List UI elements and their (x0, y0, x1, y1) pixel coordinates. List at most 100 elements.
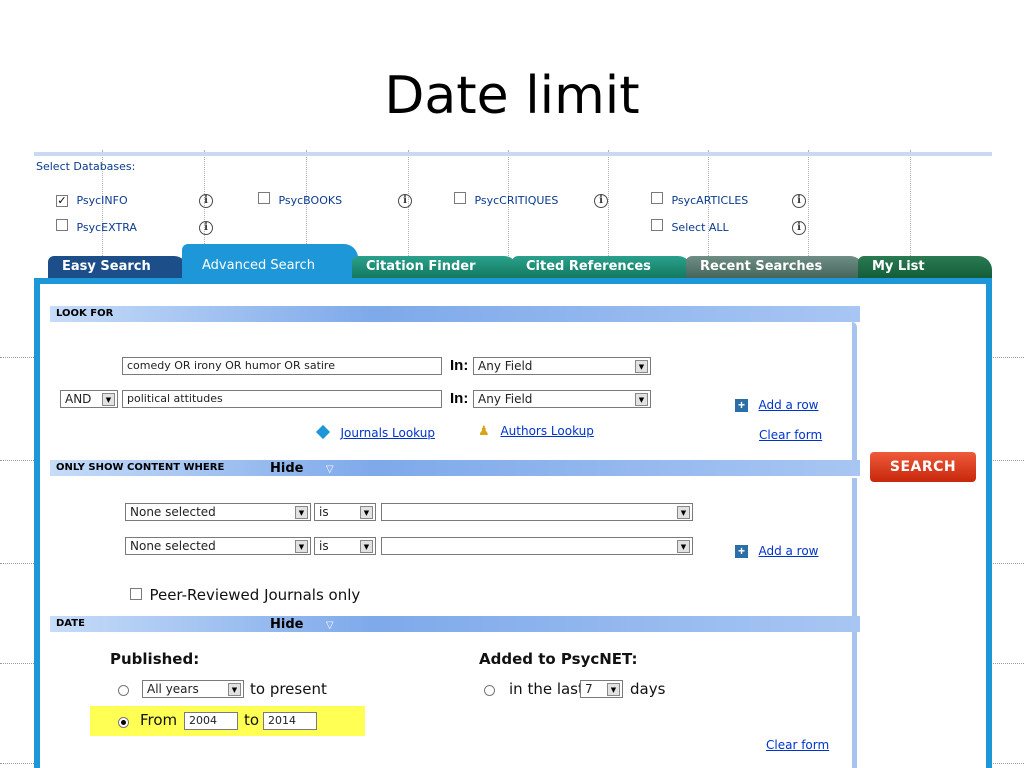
chevron-down-icon[interactable]: ▼ (677, 540, 690, 553)
checkbox[interactable] (651, 219, 663, 231)
all-years-option[interactable] (118, 683, 129, 701)
db-psycbooks[interactable]: PsycBOOKS (258, 191, 342, 209)
chevron-down-icon[interactable]: ▼ (607, 683, 620, 696)
chevron-down-icon[interactable]: ▼ (360, 540, 373, 553)
chevron-down-icon[interactable]: ▼ (360, 506, 373, 519)
journals-lookup[interactable]: Journals Lookup (315, 424, 435, 442)
triangle-down-icon: ▽ (325, 620, 334, 631)
info-icon[interactable]: i (398, 190, 412, 208)
checkbox-checked[interactable]: ✓ (56, 195, 68, 207)
content-op-value: is (319, 505, 329, 519)
checkbox[interactable] (130, 588, 142, 600)
added-to-psycnet-label: Added to PsycNET: (479, 650, 638, 668)
in-the-last-option[interactable] (484, 683, 495, 701)
diamond-icon (315, 424, 331, 440)
db-psycarticles[interactable]: PsycARTICLES (651, 191, 748, 209)
to-present-label: to present (250, 680, 327, 698)
in-label: In: (450, 390, 469, 407)
checkbox[interactable] (651, 192, 663, 204)
content-op-select-2[interactable]: is ▼ (314, 537, 376, 555)
section-connector (852, 322, 857, 472)
from-year-input[interactable]: 2004 (184, 712, 238, 730)
content-value-select-1[interactable]: ▼ (381, 503, 693, 521)
peer-reviewed-option[interactable]: Peer-Reviewed Journals only (130, 586, 360, 605)
content-op-value: is (319, 539, 329, 553)
checkbox[interactable] (56, 219, 68, 231)
info-icon[interactable]: i (594, 190, 608, 208)
db-label: PsycINFO (76, 194, 128, 207)
clear-form-link[interactable]: Clear form (766, 738, 829, 752)
add-row-content[interactable]: + Add a row (735, 542, 819, 560)
tab-easy-search[interactable]: Easy Search (48, 256, 188, 278)
in-label: In: (450, 357, 469, 374)
days-select[interactable]: 7 ▼ (580, 680, 623, 698)
authors-lookup[interactable]: ♟ Authors Lookup (478, 422, 594, 440)
content-op-select-1[interactable]: is ▼ (314, 503, 376, 521)
tab-citation-finder[interactable]: Citation Finder (352, 256, 518, 278)
db-label: PsycEXTRA (76, 221, 137, 234)
checkbox[interactable] (454, 192, 466, 204)
chevron-down-icon[interactable]: ▼ (228, 683, 241, 696)
radio-button[interactable] (484, 685, 495, 696)
only-show-hide-toggle[interactable]: Hide ▽ (270, 459, 334, 477)
plus-icon: + (735, 399, 748, 412)
databases-label: Select Databases: (36, 160, 136, 173)
info-icon[interactable]: i (792, 217, 806, 235)
days-select-value: 7 (585, 682, 593, 696)
search-term-input-2[interactable]: political attitudes (122, 390, 442, 408)
field-select-1[interactable]: Any Field ▼ (473, 357, 651, 375)
tab-advanced-search[interactable]: Advanced Search (182, 244, 358, 278)
chevron-down-icon[interactable]: ▼ (102, 393, 115, 406)
chevron-down-icon[interactable]: ▼ (677, 506, 690, 519)
add-a-row-link[interactable]: Add a row (758, 398, 818, 412)
chevron-down-icon[interactable]: ▼ (635, 393, 648, 406)
days-label: days (630, 680, 666, 698)
from-range-option[interactable] (118, 715, 129, 733)
db-label: PsycCRITIQUES (474, 194, 559, 207)
field-select-2[interactable]: Any Field ▼ (473, 390, 651, 408)
db-psycinfo[interactable]: ✓ PsycINFO (56, 191, 128, 209)
tab-recent-searches[interactable]: Recent Searches (686, 256, 864, 278)
radio-button-selected[interactable] (118, 717, 129, 728)
checkbox[interactable] (258, 192, 270, 204)
in-the-last-label: in the last (509, 680, 584, 698)
content-value-select-2[interactable]: ▼ (381, 537, 693, 555)
section-connector (852, 632, 857, 768)
tab-cited-references[interactable]: Cited References (512, 256, 692, 278)
content-field-value: None selected (130, 539, 216, 553)
db-select-all[interactable]: Select ALL (651, 218, 729, 236)
hide-label[interactable]: Hide (270, 461, 303, 476)
search-term-input-1[interactable]: comedy OR irony OR humor OR satire (122, 357, 442, 375)
peer-reviewed-label: Peer-Reviewed Journals only (149, 586, 361, 604)
content-field-select-1[interactable]: None selected ▼ (125, 503, 311, 521)
radio-button[interactable] (118, 685, 129, 696)
chevron-down-icon[interactable]: ▼ (295, 540, 308, 553)
chevron-down-icon[interactable]: ▼ (635, 360, 648, 373)
clear-form-link[interactable]: Clear form (759, 428, 822, 442)
tab-my-list[interactable]: My List (858, 256, 992, 278)
content-field-select-2[interactable]: None selected ▼ (125, 537, 311, 555)
to-year-input[interactable]: 2014 (263, 712, 317, 730)
content-field-value: None selected (130, 505, 216, 519)
db-psycextra[interactable]: PsycEXTRA (56, 218, 137, 236)
databases-top-border (34, 152, 992, 156)
info-icon[interactable]: i (199, 190, 213, 208)
hide-label[interactable]: Hide (270, 617, 303, 632)
date-hide-toggle[interactable]: Hide ▽ (270, 615, 334, 633)
years-select[interactable]: All years ▼ (142, 680, 244, 698)
info-icon[interactable]: i (199, 217, 213, 235)
db-psyccritiques[interactable]: PsycCRITIQUES (454, 191, 558, 209)
chevron-down-icon[interactable]: ▼ (295, 506, 308, 519)
operator-select[interactable]: AND ▼ (60, 390, 118, 408)
field-select-value: Any Field (478, 359, 533, 373)
info-icon[interactable]: i (792, 190, 806, 208)
triangle-down-icon: ▽ (325, 464, 334, 475)
from-label: From (140, 711, 178, 729)
add-a-row-link[interactable]: Add a row (758, 544, 818, 558)
person-icon: ♟ (478, 423, 490, 438)
add-row-lookfor[interactable]: + Add a row (735, 396, 819, 414)
only-show-title: ONLY SHOW CONTENT WHERE (56, 462, 225, 473)
search-button[interactable]: SEARCH (870, 452, 976, 482)
authors-lookup-link[interactable]: Authors Lookup (500, 424, 593, 438)
journals-lookup-link[interactable]: Journals Lookup (340, 426, 435, 440)
